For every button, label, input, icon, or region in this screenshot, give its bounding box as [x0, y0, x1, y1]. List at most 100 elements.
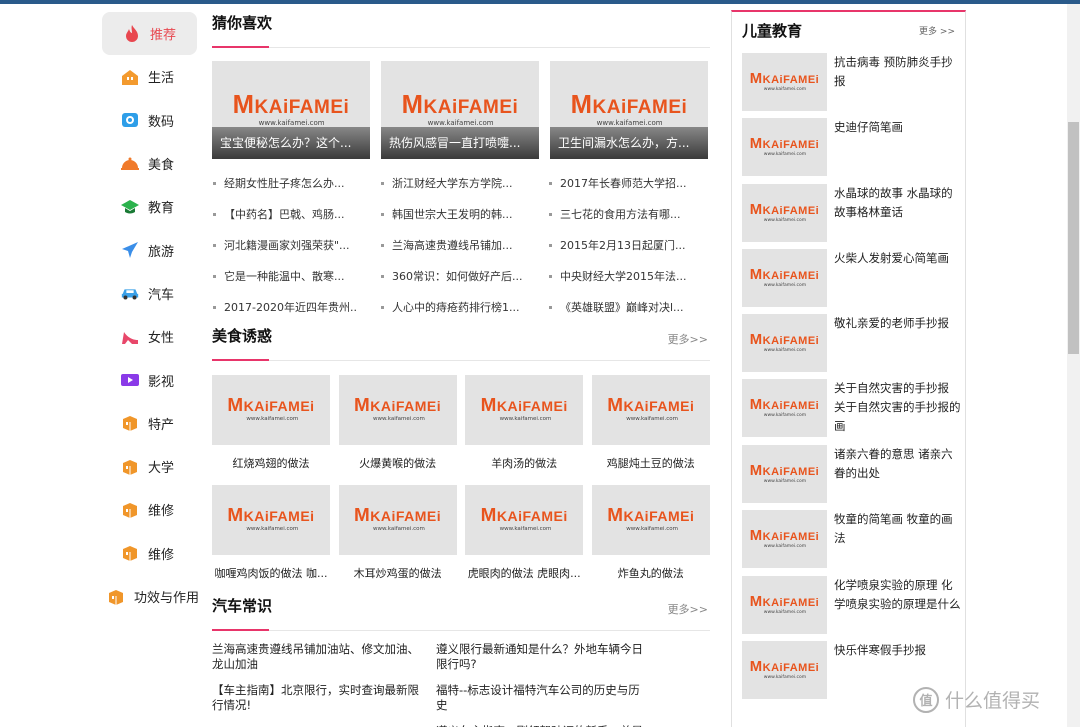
food-section: 美食诱惑 更多>> MKAiFAMEi www.kaifamei.com 红烧鸡翅的… — [212, 313, 710, 580]
food-thumbnail[interactable]: MKAiFAMEi www.kaifamei.com — [338, 485, 457, 555]
sidebar-item-label: 维修 — [148, 547, 175, 563]
sidebar-item-7[interactable]: 女性 — [100, 315, 200, 358]
edu-article-title[interactable]: 抗击病毒 预防肺炎手抄报 — [834, 53, 962, 111]
recommend-cards: MKAiFAMEi www.kaifamei.com 宝宝便秘怎么办？这个... MK… — [212, 61, 708, 159]
edu-thumbnail[interactable]: MKAiFAMEi www.kaifamei.com — [742, 510, 827, 568]
logo-url: www.kaifamei.com — [499, 416, 552, 423]
list-item[interactable]: 河北籍漫画家刘强荣获"... — [212, 230, 358, 261]
list-item[interactable]: 经期女性肚子疼怎么办... — [212, 168, 358, 199]
sidebar-item-8[interactable]: 影视 — [100, 358, 200, 401]
edu-thumbnail[interactable]: MKAiFAMEi www.kaifamei.com — [742, 314, 827, 372]
edu-article-item[interactable]: MKAiFAMEi www.kaifamei.com 水晶球的故事 水晶球的故事格林… — [742, 184, 962, 242]
edu-article-title[interactable]: 火柴人发射爱心简笔画 — [834, 249, 949, 307]
edu-thumbnail[interactable]: MKAiFAMEi www.kaifamei.com — [742, 379, 827, 437]
car-article-link[interactable]: 【车主指南】北京限行，实时查询最新限行情况! — [212, 683, 422, 713]
sidebar-item-label: 功效与作用 — [134, 591, 200, 606]
edu-article-title[interactable]: 化学喷泉实验的原理 化学喷泉实验的原理是什么 — [834, 576, 962, 634]
sidebar-item-4[interactable]: 教育 — [100, 185, 200, 228]
food-thumbnail[interactable]: MKAiFAMEi www.kaifamei.com — [338, 375, 457, 445]
sidebar-item-13[interactable]: 功效与作用 — [100, 575, 200, 618]
kaifamei-logo: MKAiFAMEi www.kaifamei.com — [750, 594, 819, 615]
list-item[interactable]: 【中药名】巴戟、鸡肠... — [212, 199, 358, 230]
edu-thumbnail[interactable]: MKAiFAMEi www.kaifamei.com — [742, 53, 827, 111]
food-caption: 鸡腿炖土豆的做法 — [606, 457, 695, 470]
car-section-header: 汽车常识 更多>> — [212, 583, 710, 631]
scrollbar-thumb[interactable] — [1068, 122, 1079, 354]
panel-more-link[interactable]: 更多 >> — [919, 24, 955, 37]
edu-thumbnail[interactable]: MKAiFAMEi www.kaifamei.com — [742, 641, 827, 699]
sidebar-item-label: 生活 — [148, 71, 175, 87]
food-grid: MKAiFAMEi www.kaifamei.com 红烧鸡翅的做法 MKAiFAME… — [212, 375, 710, 595]
edu-thumbnail[interactable]: MKAiFAMEi www.kaifamei.com — [742, 445, 827, 503]
edu-thumbnail[interactable]: MKAiFAMEi www.kaifamei.com — [742, 184, 827, 242]
list-item[interactable]: 韩国世宗大王发明的韩... — [380, 199, 526, 230]
high-heel-icon — [120, 327, 140, 347]
food-thumbnail[interactable]: MKAiFAMEi www.kaifamei.com — [465, 375, 584, 445]
sidebar-item-3[interactable]: 美食 — [100, 142, 200, 185]
logo-brand: MKAiFAMEi — [749, 527, 820, 544]
sidebar-item-label: 汽车 — [148, 287, 175, 303]
car-article-link[interactable]: 遵义限行最新通知是什么？外地车辆今日限行吗? — [436, 642, 646, 672]
recommend-card[interactable]: MKAiFAMEi www.kaifamei.com 卫生间漏水怎么办，方... — [550, 61, 708, 159]
recommend-card[interactable]: MKAiFAMEi www.kaifamei.com 宝宝便秘怎么办？这个... — [212, 61, 370, 159]
edu-article-title[interactable]: 牧童的简笔画 牧童的画法 — [834, 510, 962, 568]
edu-article-item[interactable]: MKAiFAMEi www.kaifamei.com 牧童的简笔画 牧童的画法 — [742, 510, 962, 568]
edu-article-title[interactable]: 关于自然灾害的手抄报 关于自然灾害的手抄报的画 — [834, 379, 962, 437]
food-item[interactable]: MKAiFAMEi www.kaifamei.com 鸡腿炖土豆的做法 — [591, 375, 710, 485]
food-item[interactable]: MKAiFAMEi www.kaifamei.com 火爆黄喉的做法 — [338, 375, 457, 485]
edu-article-title[interactable]: 诸亲六眷的意思 诸亲六眷的出处 — [834, 445, 962, 503]
car-article-list: 兰海高速贵遵线吊铺加油站、修文加油、龙山加油 遵义限行最新通知是什么？外地车辆今日… — [212, 642, 646, 727]
sidebar-item-0[interactable]: 推荐 — [102, 12, 197, 56]
food-item[interactable]: MKAiFAMEi www.kaifamei.com 羊肉汤的做法 — [465, 375, 584, 485]
car-more-link[interactable]: 更多>> — [668, 601, 708, 617]
sidebar-item-11[interactable]: 维修 — [100, 488, 200, 531]
edu-article-item[interactable]: MKAiFAMEi www.kaifamei.com 史迪仔简笔画 — [742, 118, 962, 176]
edu-thumbnail[interactable]: MKAiFAMEi www.kaifamei.com — [742, 118, 827, 176]
sidebar-item-6[interactable]: 汽车 — [100, 272, 200, 315]
list-item[interactable]: 2015年2月13日起厦门... — [548, 230, 694, 261]
food-thumbnail[interactable]: MKAiFAMEi www.kaifamei.com — [212, 485, 330, 555]
edu-article-title[interactable]: 敬礼亲爱的老师手抄报 — [834, 314, 949, 372]
list-item[interactable]: 360常识：如何做好产后... — [380, 261, 526, 292]
card-caption: 宝宝便秘怎么办？这个... — [212, 127, 370, 159]
scrollbar-track[interactable] — [1067, 4, 1080, 727]
list-item[interactable]: 中央财经大学2015年法... — [548, 261, 694, 292]
car-article-link[interactable]: 兰海高速贵遵线吊铺加油站、修文加油、龙山加油 — [212, 642, 422, 672]
food-item[interactable]: MKAiFAMEi www.kaifamei.com 虎眼肉的做法 虎眼肉... — [465, 485, 584, 595]
edu-article-item[interactable]: MKAiFAMEi www.kaifamei.com 化学喷泉实验的原理 化学喷泉实… — [742, 576, 962, 634]
edu-article-title[interactable]: 水晶球的故事 水晶球的故事格林童话 — [834, 184, 962, 242]
list-item[interactable]: 三七花的食用方法有哪... — [548, 199, 694, 230]
food-item[interactable]: MKAiFAMEi www.kaifamei.com 红烧鸡翅的做法 — [212, 375, 330, 485]
list-item[interactable]: 兰海高速贵遵线吊铺加... — [380, 230, 526, 261]
edu-thumbnail[interactable]: MKAiFAMEi www.kaifamei.com — [742, 576, 827, 634]
list-item[interactable]: 它是一种能温中、散寒... — [212, 261, 358, 292]
food-item[interactable]: MKAiFAMEi www.kaifamei.com 咖喱鸡肉饭的做法 咖... — [212, 485, 330, 595]
edu-article-item[interactable]: MKAiFAMEi www.kaifamei.com 抗击病毒 预防肺炎手抄报 — [742, 53, 962, 111]
sidebar-item-12[interactable]: 维修 — [100, 532, 200, 575]
car-article-link[interactable]: 福特--标志设计福特汽车公司的历史与历史 — [436, 683, 646, 713]
recommend-card[interactable]: MKAiFAMEi www.kaifamei.com 热伤风感冒一直打喷嚏... — [381, 61, 539, 159]
kaifamei-logo: MKAiFAMEi www.kaifamei.com — [750, 267, 819, 288]
edu-article-item[interactable]: MKAiFAMEi www.kaifamei.com 关于自然灾害的手抄报 关于自然… — [742, 379, 962, 437]
list-item[interactable]: 浙江财经大学东方学院... — [380, 168, 526, 199]
list-item[interactable]: 2017年长春师范大学招... — [548, 168, 694, 199]
food-thumbnail[interactable]: MKAiFAMEi www.kaifamei.com — [591, 375, 710, 445]
food-more-link[interactable]: 更多>> — [668, 331, 708, 347]
food-thumbnail[interactable]: MKAiFAMEi www.kaifamei.com — [591, 485, 710, 555]
food-thumbnail[interactable]: MKAiFAMEi www.kaifamei.com — [212, 375, 330, 445]
edu-article-title[interactable]: 史迪仔简笔画 — [834, 118, 903, 176]
food-item[interactable]: MKAiFAMEi www.kaifamei.com 炸鱼丸的做法 — [591, 485, 710, 595]
kaifamei-logo: MKAiFAMEi www.kaifamei.com — [750, 659, 819, 680]
food-thumbnail[interactable]: MKAiFAMEi www.kaifamei.com — [465, 485, 584, 555]
sidebar-item-1[interactable]: 生活 — [100, 55, 200, 98]
edu-article-item[interactable]: MKAiFAMEi www.kaifamei.com 敬礼亲爱的老师手抄报 — [742, 314, 962, 372]
edu-article-item[interactable]: MKAiFAMEi www.kaifamei.com 诸亲六眷的意思 诸亲六眷的出处 — [742, 445, 962, 503]
sidebar-item-2[interactable]: 数码 — [100, 99, 200, 142]
sidebar-item-9[interactable]: 特产 — [100, 402, 200, 445]
sidebar-item-10[interactable]: 大学 — [100, 445, 200, 488]
food-item[interactable]: MKAiFAMEi www.kaifamei.com 木耳炒鸡蛋的做法 — [338, 485, 457, 595]
sidebar-item-5[interactable]: 旅游 — [100, 228, 200, 271]
edu-article-item[interactable]: MKAiFAMEi www.kaifamei.com 火柴人发射爱心简笔画 — [742, 249, 962, 307]
logo-url: www.kaifamei.com — [499, 526, 552, 533]
edu-thumbnail[interactable]: MKAiFAMEi www.kaifamei.com — [742, 249, 827, 307]
